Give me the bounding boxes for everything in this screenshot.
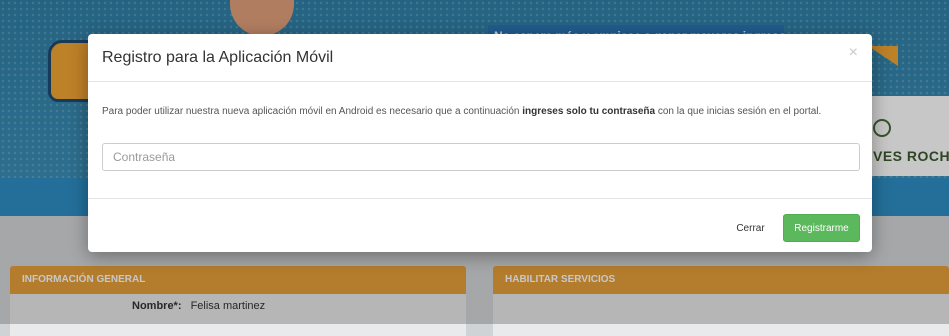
modal-message: Para poder utilizar nuestra nueva aplica… (102, 105, 860, 119)
modal-header: Registro para la Aplicación Móvil × (88, 34, 872, 82)
message-suffix: con la que inicias sesión en el portal. (655, 106, 822, 117)
close-button[interactable]: Cerrar (723, 214, 778, 242)
close-icon[interactable]: × (849, 44, 858, 62)
message-prefix: Para poder utilizar nuestra nueva aplica… (102, 106, 523, 117)
registration-modal: Registro para la Aplicación Móvil × Para… (88, 34, 872, 252)
modal-body: Para poder utilizar nuestra nueva aplica… (102, 105, 860, 171)
modal-title: Registro para la Aplicación Móvil (102, 49, 334, 66)
register-button[interactable]: Registrarme (783, 214, 860, 242)
modal-footer: Cerrar Registrarme (88, 198, 872, 253)
password-input[interactable] (102, 143, 860, 171)
message-bold: ingreses solo tu contraseña (522, 106, 656, 117)
